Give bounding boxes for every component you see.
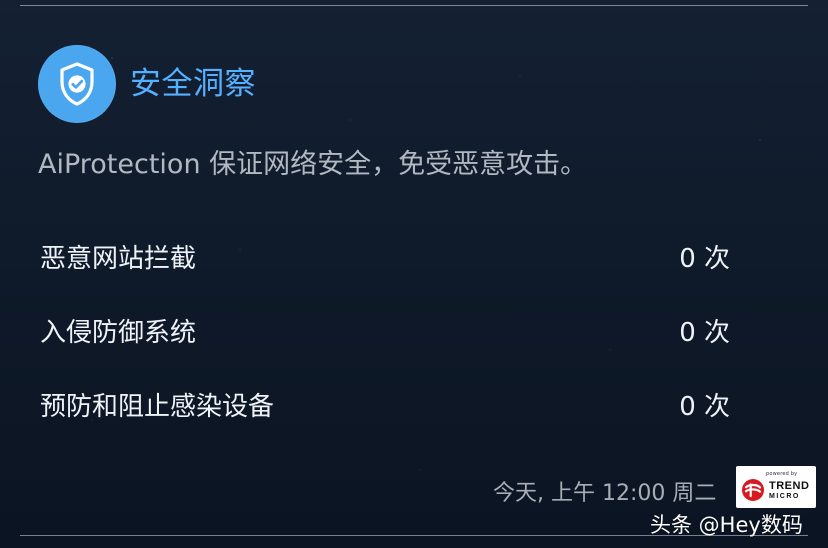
stat-label: 恶意网站拦截	[40, 244, 197, 274]
stat-value: 0 次	[679, 318, 730, 348]
subtitle: AiProtection 保证网络安全，免受恶意攻击。	[38, 149, 588, 180]
stats-list: 恶意网站拦截 0 次 入侵防御系统 0 次 预防和阻止感染设备 0 次	[40, 232, 730, 454]
micro-word: MICRO	[769, 493, 800, 500]
page-title: 安全洞察	[130, 65, 256, 102]
stat-row-malicious-sites: 恶意网站拦截 0 次	[40, 232, 730, 306]
stat-value: 0 次	[679, 244, 730, 274]
trend-word: TREND	[769, 480, 810, 492]
bottom-divider	[20, 535, 808, 536]
stat-row-infected-devices: 预防和阻止感染设备 0 次	[40, 380, 730, 454]
shield-check-icon	[38, 45, 116, 123]
trend-micro-logo: powered by TREND MICRO	[736, 466, 816, 508]
powered-by-text: powered by	[766, 471, 798, 477]
stat-row-intrusion-prevention: 入侵防御系统 0 次	[40, 306, 730, 380]
trend-micro-mark-icon	[742, 479, 764, 501]
timestamp: 今天, 上午 12:00 周二	[493, 481, 717, 506]
stat-value: 0 次	[679, 392, 730, 422]
top-divider	[20, 5, 808, 6]
stat-label: 预防和阻止感染设备	[40, 392, 275, 422]
security-insights-header: 安全洞察	[38, 45, 256, 123]
stat-label: 入侵防御系统	[40, 318, 197, 348]
